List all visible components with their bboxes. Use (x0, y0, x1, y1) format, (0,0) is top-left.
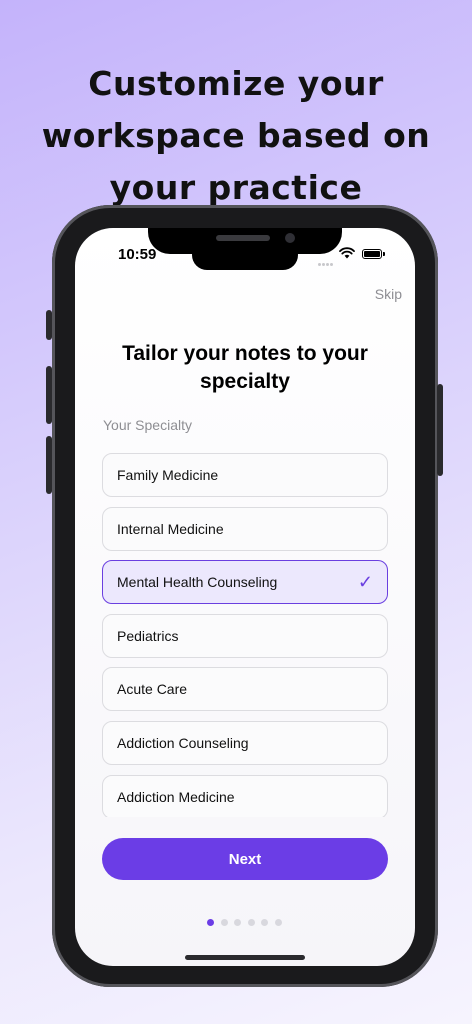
page-dot (247, 919, 255, 926)
section-label: Your Specialty (103, 417, 192, 433)
specialty-label: Addiction Counseling (117, 734, 249, 751)
specialty-label: Mental Health Counseling (117, 574, 278, 591)
specialty-label: Family Medicine (117, 467, 219, 483)
specialty-label: Pediatrics (117, 627, 179, 644)
speaker-grille (216, 235, 270, 241)
page-title: Tailor your notes to your specialty (122, 342, 368, 393)
front-camera (285, 233, 295, 243)
page-dot (261, 919, 268, 926)
status-time: 10:59 (118, 246, 157, 263)
mute-switch (46, 310, 52, 340)
specialty-list: Family Medicine Internal Medicine Mental H… (102, 453, 388, 817)
page-dot (220, 919, 228, 926)
specialty-option[interactable]: Addiction Medicine (102, 774, 388, 817)
volume-up-button (46, 366, 52, 424)
volume-down-button (46, 436, 52, 494)
page-dot (274, 919, 282, 926)
specialty-option[interactable]: Acute Care (102, 667, 388, 712)
specialty-label: Internal Medicine (117, 520, 224, 537)
signal-dots-icon (318, 253, 334, 271)
specialty-option[interactable]: Family Medicine (102, 453, 388, 497)
battery-icon (362, 249, 382, 259)
power-button (437, 384, 443, 476)
specialty-option[interactable]: Internal Medicine (102, 506, 388, 551)
headline: Customize your workspace based on your p… (41, 64, 431, 207)
specialty-option[interactable]: Addiction Counseling (102, 720, 388, 765)
page-indicator (207, 913, 288, 931)
next-button[interactable]: Next (102, 838, 388, 880)
checkmark-icon: ✓ (357, 571, 373, 592)
battery-cap (383, 252, 385, 256)
specialty-option[interactable]: Mental Health Counseling ✓ (102, 560, 388, 605)
wifi-icon (339, 247, 355, 259)
skip-button[interactable]: Skip (360, 286, 402, 302)
dynamic-island (192, 240, 298, 270)
specialty-option[interactable]: Pediatrics (102, 613, 388, 658)
specialty-label: Acute Care (117, 681, 188, 698)
home-indicator (185, 955, 305, 960)
specialty-label: Addiction Medicine (117, 788, 235, 805)
page-dot (234, 919, 241, 926)
page-dot (207, 919, 214, 926)
